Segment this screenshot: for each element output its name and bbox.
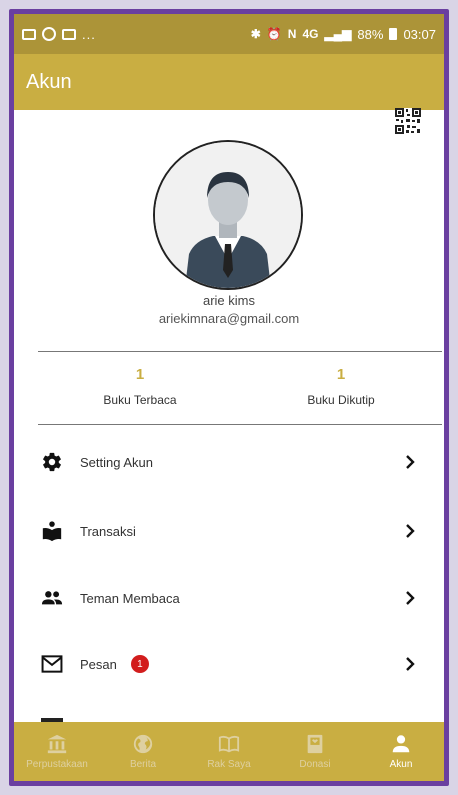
stat-label: Buku Terbaca (103, 393, 177, 407)
page-title: Akun (26, 70, 72, 93)
chevron-right-icon (406, 657, 415, 671)
stat-label: Buku Dikutip (307, 393, 375, 407)
nav-label: Berita (129, 759, 157, 770)
unread-badge: 1 (130, 655, 149, 673)
stat-books-quoted[interactable]: 1 Buku Dikutip (261, 366, 421, 407)
gear-icon (40, 450, 64, 474)
divider (38, 351, 442, 352)
avatar[interactable] (153, 140, 303, 290)
menu-item-pesan[interactable]: Pesan 1 (40, 644, 420, 684)
battery-icon (389, 28, 398, 40)
chevron-right-icon (406, 455, 415, 469)
nav-rak-saya[interactable]: Rak Saya (186, 722, 272, 781)
menu-item-teman-membaca[interactable]: Teman Membaca (40, 578, 420, 618)
image-icon (62, 28, 76, 40)
menu-label: Teman Membaca (80, 590, 180, 606)
nav-berita[interactable]: Berita (100, 722, 186, 781)
stat-value: 1 (135, 366, 145, 383)
globe-icon (133, 734, 153, 754)
nav-label: Rak Saya (207, 759, 251, 770)
qr-code-icon[interactable] (395, 108, 421, 134)
menu-item-setting-akun[interactable]: Setting Akun (40, 442, 420, 482)
user-email: ariekimnara@gmail.com (158, 311, 300, 326)
person-icon (392, 735, 410, 753)
mail-icon (40, 652, 64, 676)
chevron-right-icon (406, 591, 415, 605)
gallery-icon (22, 28, 36, 40)
library-icon (47, 734, 67, 754)
people-icon (40, 586, 64, 610)
network-type: 4G (302, 27, 319, 41)
person-silhouette-icon (155, 142, 301, 288)
menu-label: Transaksi (80, 523, 136, 539)
user-name: arie kims (202, 293, 255, 308)
nav-donasi[interactable]: Donasi (272, 722, 358, 781)
nfc-icon: N (287, 27, 297, 41)
alarm-icon: ⏰ (266, 27, 282, 41)
menu-item-transaksi[interactable]: Transaksi (40, 511, 420, 551)
book-reader-icon (40, 519, 64, 543)
nav-akun[interactable]: Akun (358, 722, 444, 781)
clock: 03:07 (403, 26, 436, 42)
bottom-nav: Perpustakaan Berita Rak Saya Donasi Akun (14, 722, 444, 781)
whatsapp-icon (42, 27, 56, 41)
status-bar: ... ✱ ⏰ N 4G ▂▄▆ 88% 03:07 (14, 14, 444, 54)
divider (38, 424, 442, 425)
bluetooth-icon: ✱ (250, 27, 261, 41)
chevron-right-icon (406, 524, 415, 538)
open-book-icon (218, 735, 240, 753)
menu-label: Pesan (80, 656, 117, 672)
nav-label: Perpustakaan (26, 759, 88, 770)
nav-label: Donasi (299, 759, 331, 770)
stat-value: 1 (336, 366, 346, 383)
more-notifications: ... (82, 26, 96, 42)
donation-book-icon (307, 734, 323, 754)
battery-percent: 88% (357, 26, 384, 42)
nav-perpustakaan[interactable]: Perpustakaan (14, 722, 100, 781)
app-bar: Akun (14, 54, 444, 110)
stat-books-read[interactable]: 1 Buku Terbaca (60, 366, 220, 407)
signal-icon: ▂▄▆ (324, 27, 352, 41)
menu-label: Setting Akun (80, 454, 153, 470)
nav-label: Akun (389, 759, 413, 770)
